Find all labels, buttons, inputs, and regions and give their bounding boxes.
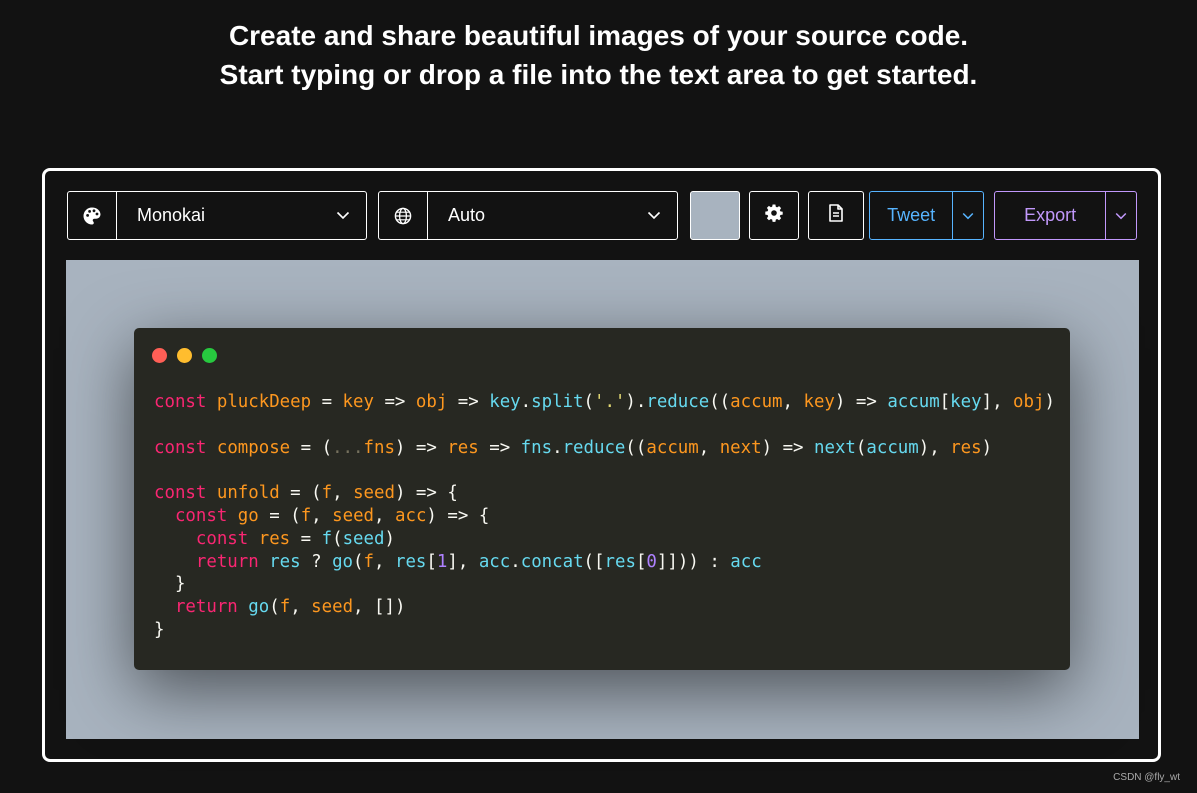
chevron-down-icon	[962, 207, 974, 225]
settings-button[interactable]	[749, 191, 799, 240]
code-line: return go(f, seed, [])	[174, 597, 406, 618]
code-editor[interactable]: const pluckDeep = key => obj => key.spli…	[154, 391, 1055, 642]
copy-file-icon	[827, 203, 845, 228]
language-dropdown[interactable]: Auto	[378, 191, 678, 240]
code-line: }	[174, 574, 186, 595]
tweet-button[interactable]: Tweet	[870, 192, 954, 239]
tweet-split-button: Tweet	[869, 191, 984, 240]
code-line: const res = f(seed)	[195, 528, 395, 549]
close-dot-icon	[152, 348, 167, 363]
export-menu-button[interactable]	[1106, 192, 1136, 239]
language-value: Auto	[448, 205, 486, 225]
minimize-dot-icon	[177, 348, 192, 363]
watermark: CSDN @fly_wt	[1113, 772, 1180, 783]
intro-line-2: Start typing or drop a file into the tex…	[219, 59, 978, 90]
theme-dropdown[interactable]: Monokai	[67, 191, 367, 240]
chevron-down-icon	[631, 211, 677, 220]
gear-icon	[764, 203, 784, 228]
chevron-down-icon	[320, 211, 366, 220]
code-line: const pluckDeep = key => obj => key.spli…	[154, 392, 1055, 412]
palette-icon	[68, 192, 117, 239]
code-line: }	[154, 619, 165, 640]
theme-value: Monokai	[137, 205, 206, 225]
page: Create and share beautiful images of you…	[0, 0, 1197, 793]
intro-heading: Create and share beautiful images of you…	[0, 16, 1197, 94]
globe-icon	[379, 192, 428, 239]
export-split-button: Export	[994, 191, 1137, 240]
export-button[interactable]: Export	[995, 192, 1107, 239]
window-controls	[152, 348, 217, 363]
maximize-dot-icon	[202, 348, 217, 363]
code-line: const go = (f, seed, acc) => {	[174, 505, 490, 526]
copy-button[interactable]	[808, 191, 864, 240]
tweet-menu-button[interactable]	[953, 192, 983, 239]
background-color-picker[interactable]	[690, 191, 740, 240]
code-line: return res ? go(f, res[1], acc.concat([r…	[195, 551, 762, 572]
chevron-down-icon	[1115, 207, 1127, 225]
toolbar: Monokai Auto Tweet Export	[67, 191, 1140, 242]
code-line: const unfold = (f, seed) => {	[154, 483, 458, 504]
code-canvas: const pluckDeep = key => obj => key.spli…	[66, 260, 1139, 739]
code-line: const compose = (...fns) => res => fns.r…	[154, 437, 993, 458]
editor-container: Monokai Auto Tweet Export const pluckDee…	[42, 168, 1161, 762]
code-window: const pluckDeep = key => obj => key.spli…	[134, 328, 1070, 670]
intro-line-1: Create and share beautiful images of you…	[228, 20, 969, 51]
